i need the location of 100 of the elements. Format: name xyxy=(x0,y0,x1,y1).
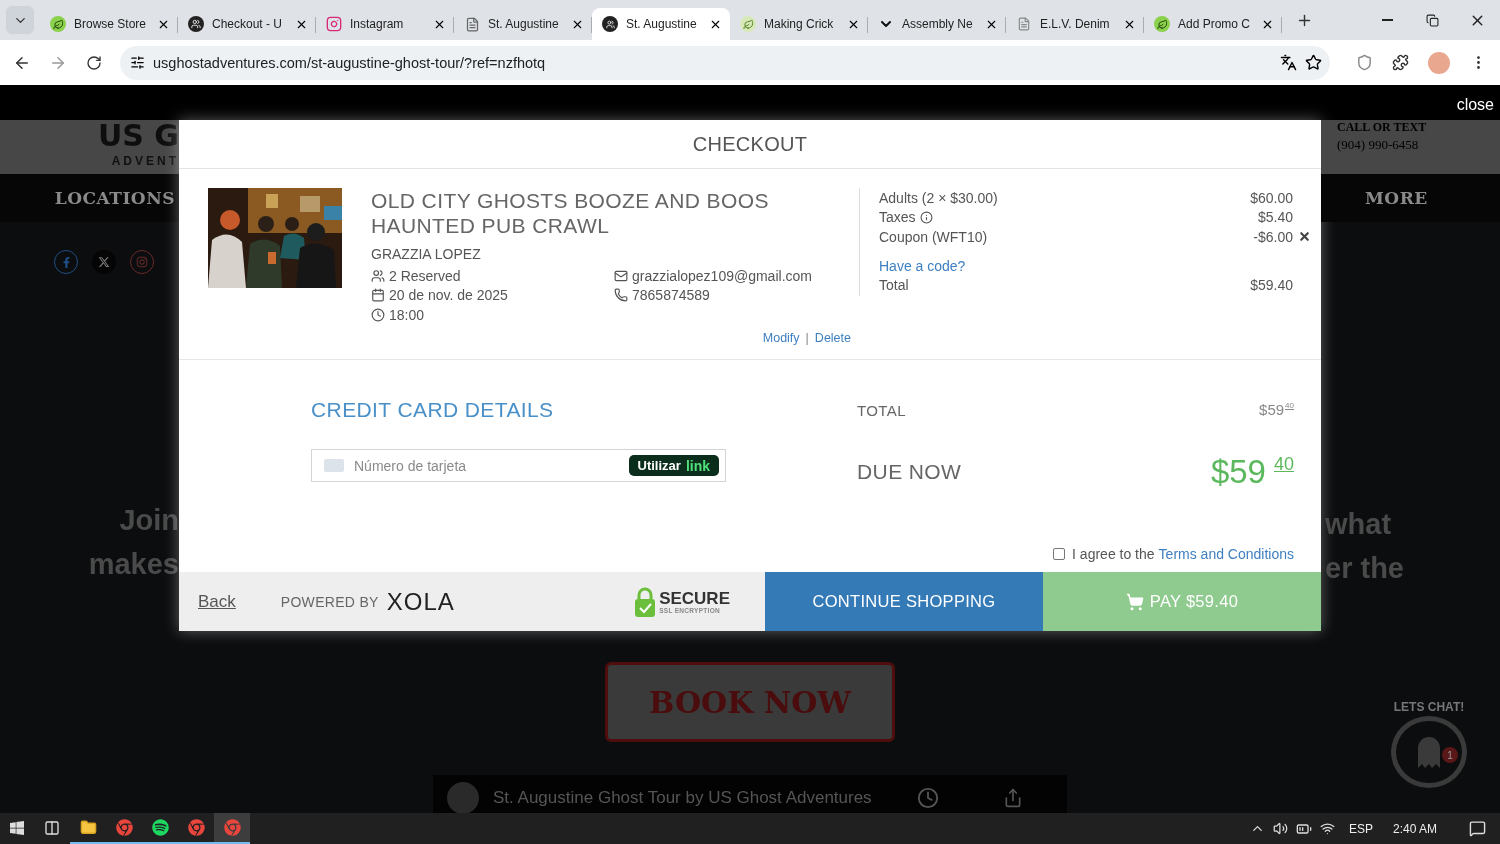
price-amount: $60.00 xyxy=(1250,189,1293,206)
browser-tab[interactable]: E.L.V. Denim xyxy=(1006,8,1144,40)
hero-text: er the xyxy=(1325,551,1404,586)
chat-label: LETS CHAT! xyxy=(1393,700,1465,714)
chat-badge[interactable]: 1 xyxy=(1391,716,1467,788)
translate-icon[interactable] xyxy=(1280,54,1297,71)
clock-icon xyxy=(371,307,385,322)
wifi-icon[interactable] xyxy=(1319,821,1335,836)
tab-title: Checkout - U xyxy=(212,17,284,31)
document-icon xyxy=(1016,16,1032,32)
notifications-icon[interactable] xyxy=(1469,820,1486,837)
clock-text[interactable]: 2:40 AM xyxy=(1392,821,1437,836)
email-text: grazzialopez109@gmail.com xyxy=(614,266,851,286)
price-amount: -$6.00 xyxy=(1253,228,1311,245)
tab-title: Assembly Ne xyxy=(902,17,974,31)
section-heading: CREDIT CARD DETAILS xyxy=(311,398,555,422)
browser-tab[interactable]: Assembly Ne xyxy=(868,8,1006,40)
task-view-icon xyxy=(44,819,60,836)
site-settings-icon[interactable] xyxy=(130,55,145,70)
promo-code-link[interactable]: Have a code? xyxy=(879,256,1293,276)
total-label: TOTAL xyxy=(857,402,906,419)
browser-tab[interactable]: Add Promo C xyxy=(1144,8,1282,40)
browser-tab[interactable]: St. Augustine xyxy=(454,8,592,40)
leaf-icon xyxy=(740,16,756,32)
bookmark-star-icon[interactable] xyxy=(1305,54,1322,71)
clock-icon[interactable] xyxy=(917,786,939,809)
due-amount: $59 xyxy=(1210,455,1266,488)
tab-title: Making Crick xyxy=(764,17,835,31)
total-label: Total xyxy=(879,277,909,294)
calendar-icon xyxy=(371,288,385,303)
back-link[interactable]: Back xyxy=(198,591,236,612)
browser-tab[interactable]: Browse Store xyxy=(40,8,178,40)
due-label: DUE NOW xyxy=(857,459,962,484)
price-label: Adults (2 × $30.00) xyxy=(879,189,998,206)
powered-by-text: POWERED BY xyxy=(280,593,379,610)
people-icon xyxy=(371,268,385,283)
padlock-icon xyxy=(634,586,657,617)
chrome-icon[interactable] xyxy=(214,813,250,844)
browser-tab[interactable]: St. Augustine xyxy=(592,8,730,40)
share-icon[interactable] xyxy=(1003,787,1023,808)
tab-title: St. Augustine xyxy=(626,17,698,31)
customer-name: GRAZZIA LOPEZ xyxy=(371,246,482,262)
terms-link[interactable]: Terms and Conditions xyxy=(1158,546,1294,562)
tab-title: E.L.V. Denim xyxy=(1040,17,1111,31)
price-amount: $5.40 xyxy=(1257,209,1293,226)
tour-time: 18:00 xyxy=(371,305,614,325)
contact-label: CALL OR TEXT xyxy=(1337,120,1427,134)
tab-title: Browse Store xyxy=(74,17,148,31)
info-icon[interactable] xyxy=(919,210,933,224)
x-logo-icon[interactable] xyxy=(92,250,116,274)
video-title: St. Augustine Ghost Tour by US Ghost Adventures xyxy=(493,787,873,808)
nav-item[interactable]: MORE xyxy=(1365,188,1428,208)
url-text: usghostadventures.com/st-augustine-ghost-tour/?ref=nzfhotq xyxy=(153,54,547,71)
browser-tab[interactable]: Instagram xyxy=(316,8,454,40)
action-link[interactable]: Delete xyxy=(814,330,851,345)
leaf-icon xyxy=(50,16,66,32)
modal-title: CHECKOUT xyxy=(692,132,808,156)
hero-text: what xyxy=(1325,507,1392,542)
restore-icon xyxy=(1426,13,1439,27)
document-icon xyxy=(464,16,480,32)
cart-icon xyxy=(1125,592,1144,611)
browser-tab[interactable]: Making Crick xyxy=(730,8,868,40)
card-number-field[interactable]: Número de tarjeta Utilizar link xyxy=(311,449,726,482)
logo-text: US G xyxy=(97,120,179,152)
close-link[interactable]: close xyxy=(1456,96,1494,114)
separator: | xyxy=(805,330,809,345)
remove-icon[interactable] xyxy=(1298,230,1311,244)
volume-icon[interactable] xyxy=(1272,821,1288,836)
language-indicator[interactable]: ESP xyxy=(1348,821,1373,836)
price-label: Coupon (WFT10) xyxy=(879,228,988,245)
hero-text: Join xyxy=(119,503,179,538)
windows-logo-icon xyxy=(9,819,25,836)
action-link[interactable]: Modify xyxy=(762,330,800,345)
hero-text: makes xyxy=(88,547,179,582)
card-icon xyxy=(324,459,344,472)
total-amount: $59.40 xyxy=(1250,277,1293,294)
figure-icon xyxy=(188,16,204,32)
agree-checkbox[interactable] xyxy=(1053,548,1066,560)
agree-text: I agree to the xyxy=(1072,546,1155,562)
phone-icon xyxy=(614,288,628,303)
secure-label: SECURE xyxy=(659,589,730,607)
address-bar[interactable]: usghostadventures.com/st-augustine-ghost-tour/?ref=nzfhotq xyxy=(120,45,1330,80)
tab-title: St. Augustine xyxy=(488,17,560,31)
phone-number: (904) 990-6458 xyxy=(1337,137,1419,153)
reserved-count: 2 Reserved xyxy=(371,266,614,286)
total-cents: 40 xyxy=(1285,402,1294,410)
due-cents: 40 xyxy=(1273,455,1294,473)
browser-tab[interactable]: Checkout - U xyxy=(178,8,316,40)
price-label: Taxes xyxy=(879,209,933,226)
mail-icon xyxy=(614,268,628,283)
tab-title: Instagram xyxy=(350,17,405,31)
total-amount: $59 xyxy=(1259,402,1285,417)
brand-logo: XOLA xyxy=(386,587,455,616)
instagram-icon xyxy=(326,16,342,32)
minimize-icon xyxy=(1382,19,1393,21)
tab-title: Add Promo C xyxy=(1178,17,1252,31)
tour-name: OLD CITY GHOSTS BOOZE AND BOOS HAUNTED PUB CRAWL xyxy=(371,188,770,238)
notification-count: 1 xyxy=(1442,747,1458,763)
continue-shopping-button[interactable]: CONTINUE SHOPPING xyxy=(765,572,1043,631)
link-pay-button[interactable]: Utilizar link xyxy=(628,455,719,476)
